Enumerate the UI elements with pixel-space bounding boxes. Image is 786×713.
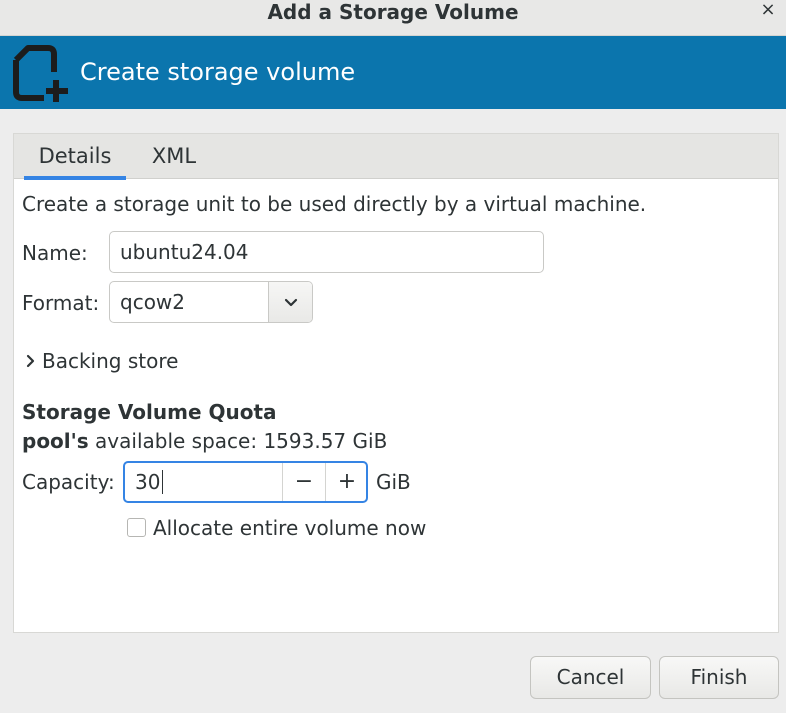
tab-xml[interactable]: XML [142,134,206,179]
available-space-value: available space: 1593.57 GiB [95,429,388,453]
capacity-label: Capacity: [22,470,115,494]
quota-title: Storage Volume Quota [22,400,277,424]
chevron-right-icon [26,354,35,368]
description-text: Create a storage unit to be used directl… [22,192,647,216]
window-titlebar: Add a Storage Volume × [0,0,786,36]
backing-store-label: Backing store [42,349,179,373]
format-value: qcow2 [120,290,186,314]
finish-button[interactable]: Finish [659,656,779,699]
tab-bar: Details XML [14,134,778,180]
new-volume-icon [13,45,68,102]
format-combobox[interactable]: qcow2 [109,281,313,323]
capacity-increment-button[interactable]: + [325,463,366,501]
close-icon[interactable]: × [758,0,778,20]
checkbox-box[interactable] [127,518,146,537]
name-input[interactable]: ubuntu24.04 [109,231,544,273]
cancel-button[interactable]: Cancel [530,656,651,699]
capacity-decrement-button[interactable]: − [282,463,325,501]
format-dropdown-button[interactable] [268,282,312,322]
format-label: Format: [22,291,100,315]
header-title: Create storage volume [80,58,356,86]
capacity-spinbutton[interactable]: 30 − + [123,461,368,503]
add-storage-volume-dialog: Add a Storage Volume × Create storage vo… [0,0,786,713]
window-title: Add a Storage Volume [267,0,519,24]
chevron-down-icon [284,298,298,307]
details-panel: Details XML Create a storage unit to be … [13,133,779,633]
tab-details[interactable]: Details [24,134,126,180]
pool-name: pool's [22,429,89,453]
allocate-label: Allocate entire volume now [153,516,427,540]
name-label: Name: [22,241,88,265]
capacity-value[interactable]: 30 [135,463,160,501]
available-space-text: pool's available space: 1593.57 GiB [22,428,387,454]
capacity-unit: GiB [376,470,411,494]
text-cursor [162,470,163,494]
header-banner: Create storage volume [0,36,786,109]
